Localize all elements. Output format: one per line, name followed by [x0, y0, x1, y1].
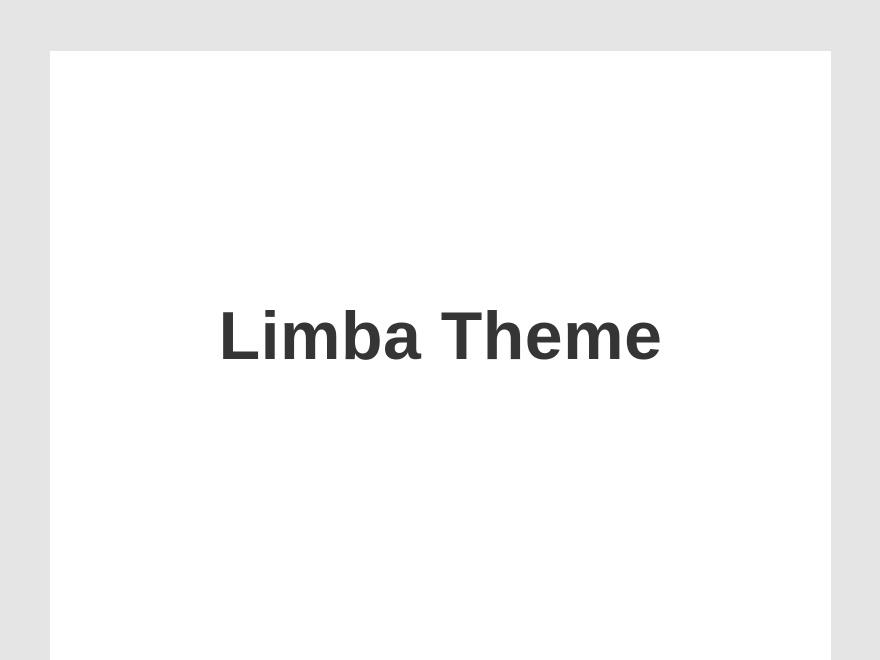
page-background: { "theme_card": { "title": "Limba Theme"… [0, 0, 880, 660]
theme-title: Limba Theme [218, 297, 663, 374]
theme-preview-card: Limba Theme [50, 51, 831, 660]
